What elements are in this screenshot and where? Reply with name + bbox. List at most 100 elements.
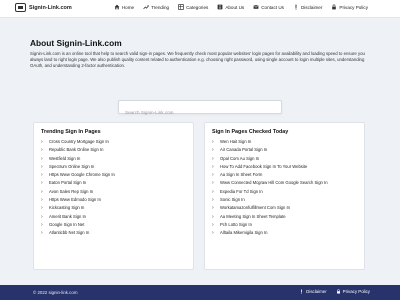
list-item[interactable]: › Avon Sales Rep Sign In: [41, 188, 193, 196]
nav-disclaimer-label: Disclaimer: [300, 4, 323, 10]
checked-today-list: › Wen Hait Sign In › Air Canada Portal Sig…: [205, 138, 364, 238]
list-item-label: Spectrum Online Sign In: [49, 163, 95, 169]
list-item[interactable]: › Pch Lotto Sign In: [212, 221, 364, 229]
chevron-right-icon: ›: [41, 163, 43, 170]
top-navbar: Signin-Link.com Home Trending Categories…: [0, 0, 400, 18]
list-item-label: Westfield Sign In: [49, 155, 81, 161]
about-section: About Signin-Link.com Signin-Link.com is…: [30, 38, 375, 70]
trending-icon: [143, 5, 149, 10]
info-icon: [217, 4, 223, 10]
envelope-icon: [253, 4, 259, 9]
list-item-label: Expedia For Td Sign In: [220, 188, 263, 194]
chevron-right-icon: ›: [41, 172, 43, 179]
list-item-label: Aa Meeting Sign In Sheet Template: [220, 213, 286, 219]
chevron-right-icon: ›: [41, 205, 43, 212]
chevron-right-icon: ›: [212, 213, 214, 220]
list-item-label: Opal Com Au Sign In: [220, 155, 260, 161]
list-item-label: How To Add Facebook Sign In To Your Webs…: [220, 163, 308, 169]
footer-disclaimer-link[interactable]: Disclaimer: [299, 289, 327, 294]
list-item[interactable]: › Eaton Portal Sign In: [41, 179, 193, 187]
list-item[interactable]: › How To Add Facebook Sign In To Your Web…: [212, 163, 364, 171]
laptop-icon: [15, 3, 26, 12]
list-item-label: Avon Sales Rep Sign In: [49, 188, 94, 194]
list-item[interactable]: › Republic Bank Online Sign In: [41, 146, 193, 154]
checked-today-title: Sign In Pages Checked Today: [212, 129, 289, 135]
nav-categories-label: Categories: [186, 4, 209, 10]
chevron-right-icon: ›: [41, 155, 43, 162]
nav-contact[interactable]: Contact Us: [253, 4, 284, 10]
list-item[interactable]: › Air Canada Portal Sign In: [212, 146, 364, 154]
list-item[interactable]: › Https Www Edmodo Sign In: [41, 196, 193, 204]
list-item-label: Google Sign In Net: [49, 221, 85, 227]
list-item[interactable]: › Sonic Sign In: [212, 196, 364, 204]
exclamation-icon: [295, 4, 297, 10]
chevron-right-icon: ›: [212, 163, 214, 170]
list-item[interactable]: › Https Www Google Chrome Sign In: [41, 171, 193, 179]
list-item[interactable]: › Spectrum Online Sign In: [41, 163, 193, 171]
list-item[interactable]: › Atlanticbb Net Sign In: [41, 229, 193, 237]
list-item-label: Republic Bank Online Sign In: [49, 147, 104, 153]
brand-link[interactable]: Signin-Link.com: [15, 3, 72, 12]
chevron-right-icon: ›: [212, 221, 214, 228]
exclamation-icon: [301, 289, 303, 294]
list-item-label: Eaton Portal Sign In: [49, 180, 87, 186]
chevron-right-icon: ›: [41, 147, 43, 154]
footer-links: Disclaimer Privacy Policy: [299, 289, 370, 294]
chevron-right-icon: ›: [41, 213, 43, 220]
chevron-right-icon: ›: [212, 197, 214, 204]
list-item[interactable]: › Www Connected Mcgraw Hill Com Google Se…: [212, 179, 364, 187]
about-text: Signin-Link.com is an online tool that h…: [30, 51, 365, 69]
list-item-label: Workatamazonfulfillment Com Sign In: [220, 205, 290, 211]
list-item[interactable]: › Aa Sign In Sheet Form: [212, 171, 364, 179]
home-icon: [114, 4, 120, 10]
nav-trending[interactable]: Trending: [143, 4, 169, 10]
list-item[interactable]: › Wen Hait Sign In: [212, 138, 364, 146]
chevron-right-icon: ›: [41, 139, 43, 145]
list-item[interactable]: › Alltaila Mikemigila Sign In: [212, 229, 364, 237]
search-input[interactable]: [119, 106, 281, 119]
chevron-right-icon: ›: [41, 188, 43, 195]
list-item-label: Wen Hait Sign In: [220, 139, 252, 144]
list-item[interactable]: › Amerit Bank Sign In: [41, 213, 193, 221]
nav-categories[interactable]: Categories: [178, 4, 208, 10]
footer: © 2022 signin-link.com Disclaimer Privac…: [0, 285, 400, 300]
list-item-label: Kickcasting Sign In: [49, 205, 85, 211]
nav-home[interactable]: Home: [114, 4, 134, 10]
list-item-label: Amerit Bank Sign In: [49, 213, 87, 219]
list-item[interactable]: › Opal Com Au Sign In: [212, 155, 364, 163]
list-item[interactable]: › Kickcasting Sign In: [41, 204, 193, 212]
chevron-right-icon: ›: [41, 180, 43, 187]
nav-contact-label: Contact Us: [261, 4, 284, 10]
chevron-right-icon: ›: [212, 147, 214, 154]
nav-disclaimer[interactable]: Disclaimer: [293, 4, 322, 10]
list-item[interactable]: › Westfield Sign In: [41, 155, 193, 163]
about-title: About Signin-Link.com: [30, 38, 122, 48]
search-box: [118, 100, 282, 119]
chevron-right-icon: ›: [212, 205, 214, 212]
trending-card: Trending Sign In Pages › Cross Country Mo…: [33, 122, 194, 270]
brand-name: Signin-Link.com: [29, 4, 72, 11]
nav-about[interactable]: About Us: [217, 4, 244, 10]
list-item[interactable]: › Google Sign In Net: [41, 221, 193, 229]
footer-disclaimer-label: Disclaimer: [306, 289, 327, 294]
trending-title: Trending Sign In Pages: [41, 129, 101, 135]
list-item-label: Sonic Sign In: [220, 197, 245, 203]
list-item[interactable]: › Expedia For Td Sign In: [212, 188, 364, 196]
nav-about-label: About Us: [225, 4, 245, 10]
list-item-label: Aa Sign In Sheet Form: [220, 172, 263, 178]
nav-privacy-label: Privacy Policy: [339, 4, 368, 10]
chevron-right-icon: ›: [41, 197, 43, 204]
nav-privacy[interactable]: Privacy Policy: [331, 4, 368, 10]
footer-privacy-link[interactable]: Privacy Policy: [336, 289, 370, 294]
trending-list: › Cross Country Mortgage Sign In › Republi…: [34, 138, 193, 238]
list-item-label: Cross Country Mortgage Sign In: [49, 139, 109, 144]
chevron-right-icon: ›: [212, 172, 214, 179]
list-item[interactable]: › Aa Meeting Sign In Sheet Template: [212, 213, 364, 221]
chevron-right-icon: ›: [212, 230, 214, 237]
chevron-right-icon: ›: [212, 139, 214, 145]
list-item[interactable]: › Workatamazonfulfillment Com Sign In: [212, 204, 364, 212]
main-nav: Home Trending Categories About Us Contac…: [114, 4, 368, 10]
list-item-label: Https Www Edmodo Sign In: [49, 197, 101, 203]
list-item[interactable]: › Cross Country Mortgage Sign In: [41, 138, 193, 146]
chevron-right-icon: ›: [212, 155, 214, 162]
